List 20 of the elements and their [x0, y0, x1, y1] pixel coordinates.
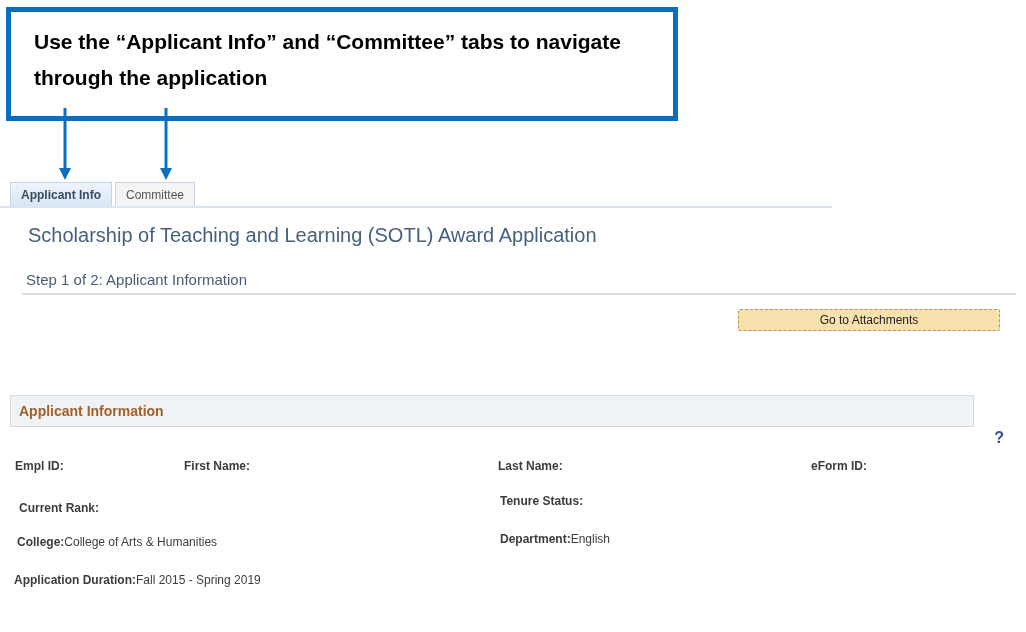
field-label: First Name:	[184, 459, 251, 473]
field-value: English	[570, 532, 611, 546]
field-label: Last Name:	[498, 459, 563, 473]
field-label: Department:	[500, 532, 571, 546]
step-heading: Step 1 of 2: Applicant Information	[26, 271, 248, 288]
field-value: College of Arts & Humanities	[64, 535, 218, 549]
field-label: eForm ID:	[811, 459, 867, 473]
tab[interactable]: Committee	[115, 182, 195, 206]
field-label: Tenure Status:	[500, 494, 584, 508]
field-label: College:	[17, 535, 65, 549]
attachments-button[interactable]: Go to Attachments	[738, 309, 1000, 331]
callout-text: Use the “Applicant Info” and “Committee” tabs to navigate through the application	[34, 29, 622, 91]
section-title: Applicant Information	[19, 403, 164, 419]
help-icon[interactable]: ?	[994, 429, 1004, 447]
page-title: Scholarship of Teaching and Learning (SOTL) Award Application	[28, 224, 598, 247]
field-value: Fall 2015 - Spring 2019	[136, 573, 261, 587]
field-label: Application Duration:	[14, 573, 136, 587]
field-label: Current Rank:	[19, 501, 99, 515]
tab[interactable]: Applicant Info	[10, 182, 112, 206]
field-label: Empl ID:	[15, 459, 64, 473]
